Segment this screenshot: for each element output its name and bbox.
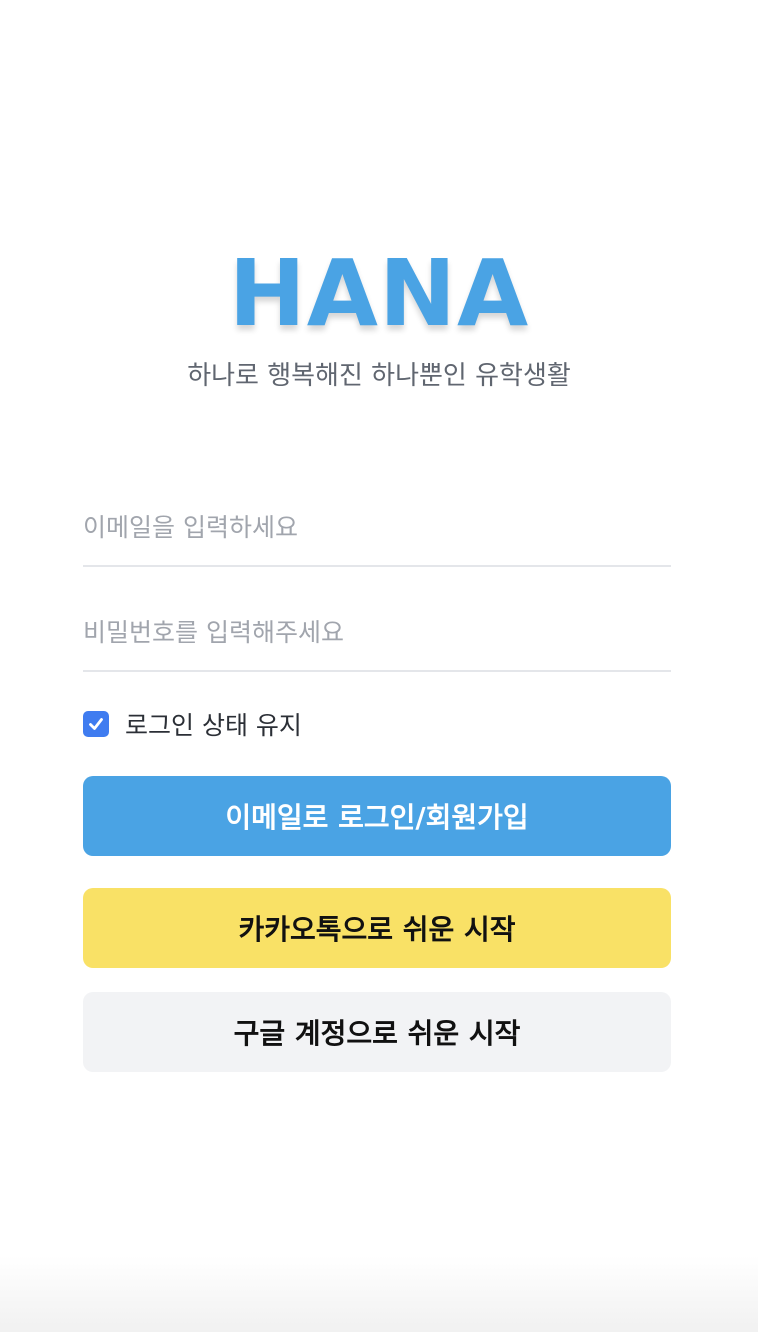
kakao-start-label: 카카오톡으로 쉬운 시작 (238, 913, 516, 946)
google-start-button[interactable]: 구글 계정으로 쉬운 시작 (83, 992, 671, 1072)
bottom-fade (0, 1256, 758, 1332)
login-screen: HANA 하나로 행복해진 하나뿐인 유학생활 로그인 상태 유지 이메일로 로… (0, 0, 758, 1332)
remember-login[interactable]: 로그인 상태 유지 (83, 707, 302, 741)
email-login-button[interactable]: 이메일로 로그인/회원가입 (83, 776, 671, 856)
password-input[interactable] (83, 610, 671, 654)
remember-label: 로그인 상태 유지 (125, 711, 302, 740)
email-field-container (83, 505, 671, 567)
remember-checkbox[interactable] (83, 711, 109, 737)
google-start-label: 구글 계정으로 쉬운 시작 (233, 1017, 521, 1050)
password-field-container (83, 610, 671, 672)
email-login-label: 이메일로 로그인/회원가입 (225, 801, 529, 834)
app-logo: HANA (228, 240, 530, 347)
app-tagline: 하나로 행복해진 하나뿐인 유학생활 (187, 361, 571, 391)
checkmark-icon (89, 718, 103, 730)
kakao-start-button[interactable]: 카카오톡으로 쉬운 시작 (83, 888, 671, 968)
email-input[interactable] (83, 505, 671, 549)
